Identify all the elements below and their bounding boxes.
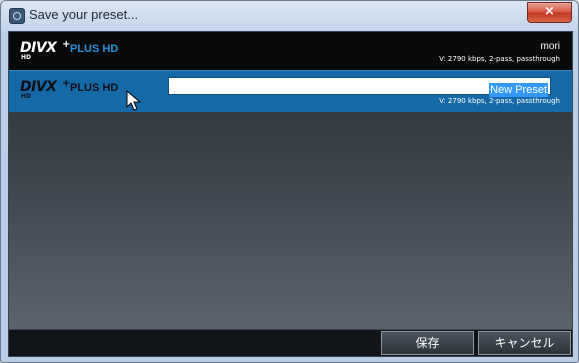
preset-name-input[interactable]: New Preset [168,77,551,97]
logo-product-text: PLUS HD [70,43,119,55]
preset-row-new[interactable]: DIVX HD + PLUS HD New Preset V: 2790 kbp… [9,70,572,112]
save-preset-dialog: Save your preset... × DIVX HD + PLUS HD … [0,0,579,363]
logo-hd-text: HD [21,54,32,61]
window-title: Save your preset... [29,7,139,22]
preset-name-input-selected-text: New Preset [489,83,548,97]
mouse-pointer-icon [126,90,142,111]
close-icon: × [544,4,555,19]
preset-details: V: 2790 kbps, 2-pass, passthrough [439,97,560,105]
app-icon [9,8,25,24]
preset-row-existing[interactable]: DIVX HD + PLUS HD mori V: 2790 kbps, 2-p… [9,32,572,70]
preset-details: V: 2790 kbps, 2-pass, passthrough [439,55,560,63]
cancel-button[interactable]: キャンセル [478,331,571,355]
button-bar: 保存 キャンセル [8,329,573,357]
preset-list: DIVX HD + PLUS HD mori V: 2790 kbps, 2-p… [8,31,573,330]
save-button[interactable]: 保存 [381,331,474,355]
logo-hd-text: HD [21,93,32,100]
close-button[interactable]: × [527,2,572,23]
title-bar[interactable]: Save your preset... × [1,1,578,31]
preset-name: mori [540,41,560,52]
logo-product-text: PLUS HD [70,82,119,94]
